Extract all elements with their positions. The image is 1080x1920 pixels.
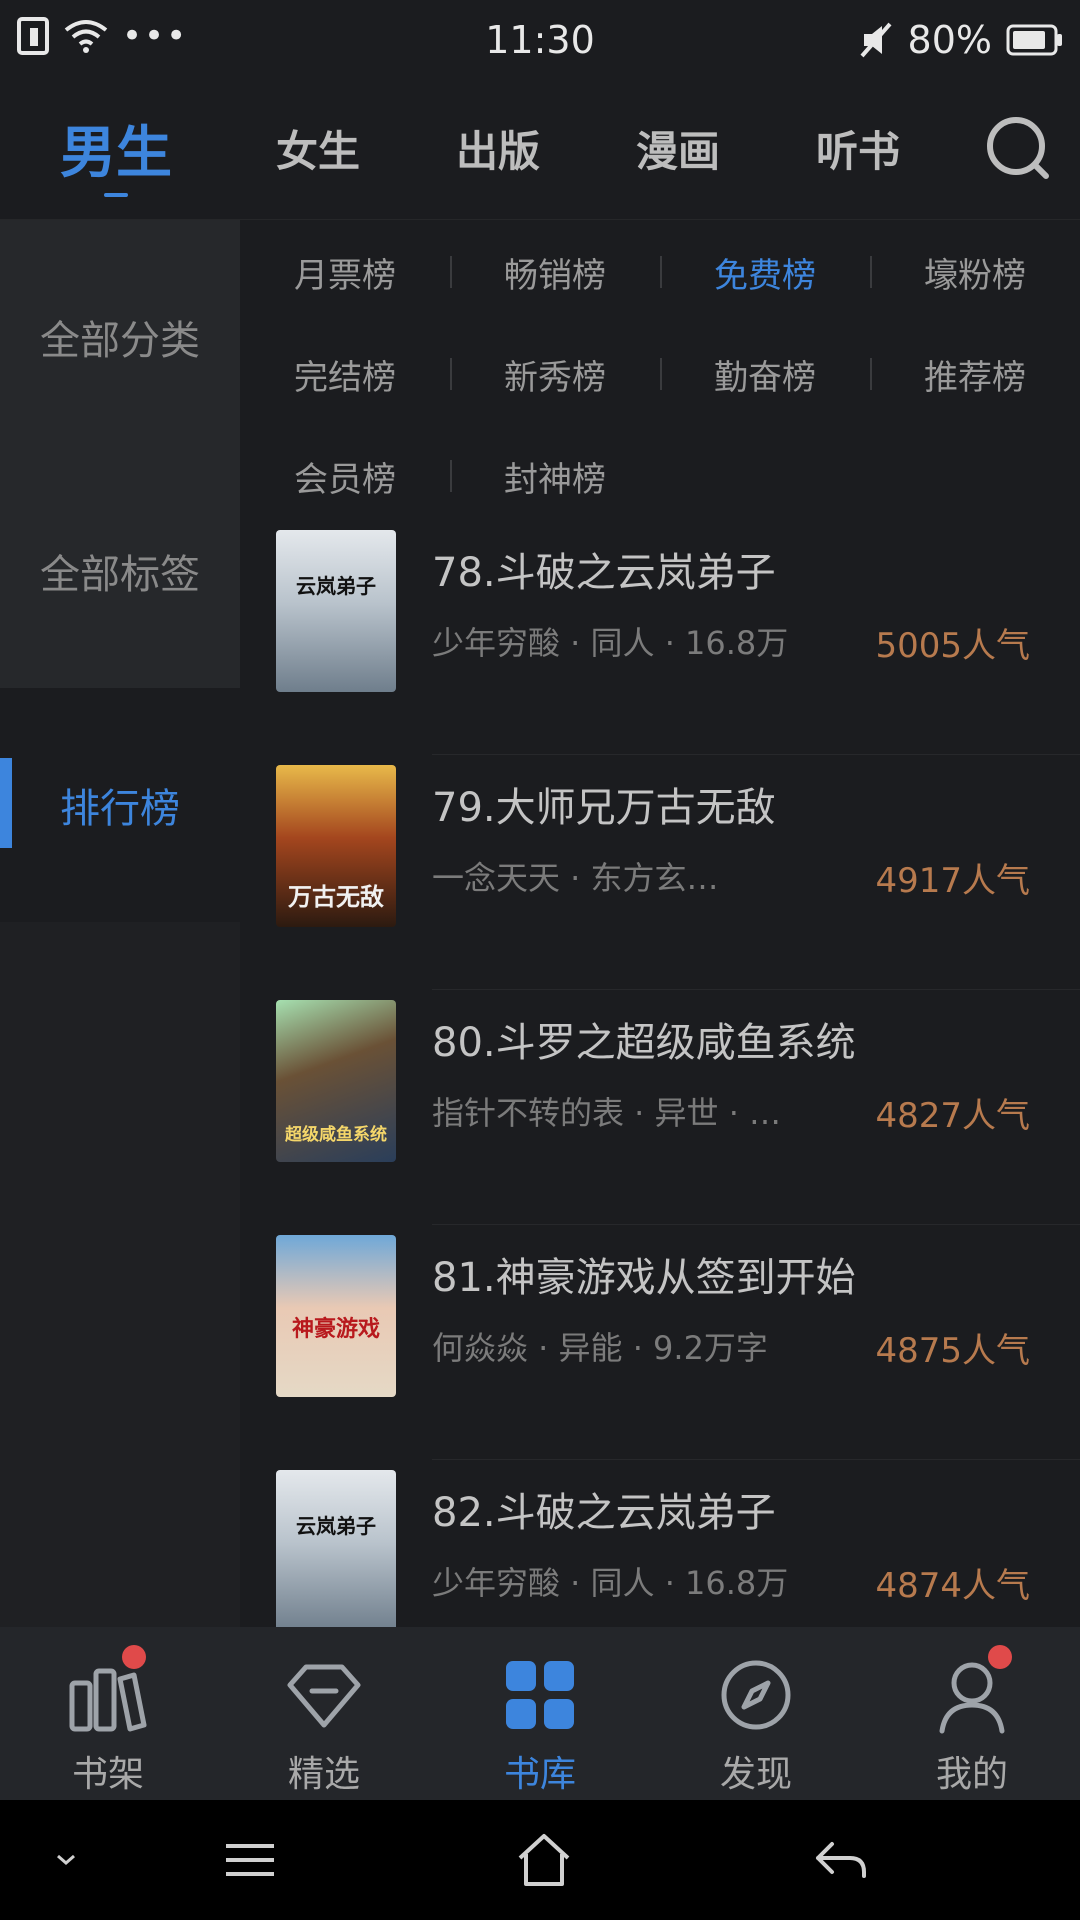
book-popularity: 5005人气: [875, 626, 1030, 666]
back-icon[interactable]: [810, 1830, 870, 1890]
cover-title: 神豪游戏: [291, 1316, 380, 1342]
compass-icon: [721, 1660, 791, 1730]
rank-tab-diligent[interactable]: 勤奋榜: [660, 350, 870, 399]
sidebar-empty-area: [0, 922, 240, 1627]
rank-tab-recommended[interactable]: 推荐榜: [870, 350, 1080, 399]
book-cover: 神豪游戏: [276, 1235, 396, 1397]
book-cover: 万古无敌: [276, 765, 396, 927]
rank-tab-free[interactable]: 免费榜: [660, 248, 870, 297]
chevron-down-icon[interactable]: [36, 1830, 96, 1890]
tab-male[interactable]: 男生: [60, 108, 172, 197]
tab-male-label: 男生: [60, 121, 172, 186]
status-right: 80%: [858, 18, 1064, 62]
rank-tab-legendary[interactable]: 封神榜: [450, 452, 660, 501]
book-cover: 云岚弟子: [276, 530, 396, 692]
book-cover: 超级咸鱼系统: [276, 1000, 396, 1162]
nav-label: 精选: [287, 1754, 360, 1795]
home-icon[interactable]: [514, 1830, 574, 1890]
book-list-item[interactable]: 万古无敌 79.大师兄万古无敌 一念天天 · 东方玄… 4917人气: [240, 755, 1080, 990]
nav-label: 书架: [71, 1754, 144, 1795]
cover-title: 超级咸鱼系统: [285, 1125, 387, 1145]
cover-title: 万古无敌: [288, 882, 384, 911]
book-title: 81.神豪游戏从签到开始: [432, 1255, 856, 1301]
rank-tab-completed[interactable]: 完结榜: [240, 350, 450, 399]
book-popularity: 4874人气: [875, 1566, 1030, 1606]
ranking-content: 月票榜 畅销榜 免费榜 壕粉榜 完结榜 新秀榜 勤奋榜 推荐榜 会员榜 封神榜 …: [240, 220, 1080, 1627]
sidebar-item-rankings[interactable]: 排行榜: [0, 688, 240, 922]
sidebar-item-label: 排行榜: [60, 786, 180, 832]
tab-female[interactable]: 女生: [276, 118, 360, 179]
active-indicator: [0, 758, 12, 848]
nav-label: 书库: [503, 1754, 576, 1795]
nav-discover[interactable]: 发现: [648, 1627, 864, 1800]
ranking-type-tabs: 月票榜 畅销榜 免费榜 壕粉榜 完结榜 新秀榜 勤奋榜 推荐榜 会员榜 封神榜: [240, 220, 1080, 530]
diamond-icon: [287, 1664, 361, 1728]
status-bar: ••• 11:30 80%: [0, 0, 1080, 78]
category-sidebar: 全部分类 全部标签 排行榜: [0, 220, 240, 1627]
nav-bookshelf[interactable]: 书架: [0, 1627, 216, 1800]
book-title: 78.斗破之云岚弟子: [432, 550, 776, 596]
bottom-navigation: 书架 精选 书库 发现 我的: [0, 1627, 1080, 1800]
battery-icon: [1006, 24, 1062, 56]
book-meta: 一念天天 · 东方玄…: [432, 859, 719, 897]
active-tab-indicator: [104, 193, 128, 197]
system-navigation-bar: [0, 1800, 1080, 1920]
book-meta: 少年穷酸 · 同人 · 16.8万: [432, 624, 789, 662]
book-list-item[interactable]: 云岚弟子 82.斗破之云岚弟子 少年穷酸 · 同人 · 16.8万 4874人气: [240, 1460, 1080, 1627]
book-title: 82.斗破之云岚弟子: [432, 1490, 776, 1536]
nav-label: 我的: [935, 1754, 1008, 1795]
mute-icon: [860, 22, 892, 58]
search-icon[interactable]: [984, 114, 1052, 182]
sidebar-item-all-tags[interactable]: 全部标签: [0, 454, 240, 688]
book-meta: 何焱焱 · 异能 · 9.2万字: [432, 1329, 768, 1367]
rank-tab-members[interactable]: 会员榜: [240, 452, 450, 501]
rank-tab-new[interactable]: 新秀榜: [450, 350, 660, 399]
nav-featured[interactable]: 精选: [216, 1627, 432, 1800]
book-meta: 指针不转的表 · 异世 · …: [432, 1094, 782, 1132]
sidebar-item-all-categories[interactable]: 全部分类: [0, 220, 240, 454]
book-title: 79.大师兄万古无敌: [432, 785, 776, 831]
battery-percent: 80%: [907, 18, 992, 62]
grid-icon: [506, 1661, 574, 1729]
book-list-item[interactable]: 超级咸鱼系统 80.斗罗之超级咸鱼系统 指针不转的表 · 异世 · … 4827…: [240, 990, 1080, 1225]
book-cover: 云岚弟子: [276, 1470, 396, 1627]
notification-badge: [122, 1645, 146, 1669]
nav-library[interactable]: 书库: [432, 1627, 648, 1800]
nav-label: 发现: [719, 1754, 792, 1795]
book-popularity: 4917人气: [875, 861, 1030, 901]
tab-publish[interactable]: 出版: [456, 118, 540, 179]
tab-comics[interactable]: 漫画: [636, 118, 720, 179]
rank-tab-monthly-votes[interactable]: 月票榜: [240, 248, 450, 297]
book-meta: 少年穷酸 · 同人 · 16.8万: [432, 1564, 789, 1602]
notification-badge: [988, 1645, 1012, 1669]
cover-title: 云岚弟子: [296, 574, 376, 598]
top-category-tabs: 男生 女生 出版 漫画 听书: [0, 78, 1080, 220]
nav-profile[interactable]: 我的: [864, 1627, 1080, 1800]
book-popularity: 4827人气: [875, 1096, 1030, 1136]
rank-tab-bestselling[interactable]: 畅销榜: [450, 248, 660, 297]
book-list-item[interactable]: 神豪游戏 81.神豪游戏从签到开始 何焱焱 · 异能 · 9.2万字 4875人…: [240, 1225, 1080, 1460]
book-title: 80.斗罗之超级咸鱼系统: [432, 1020, 856, 1066]
cover-title: 云岚弟子: [296, 1514, 376, 1538]
rank-tab-top-fans[interactable]: 壕粉榜: [870, 248, 1080, 297]
book-popularity: 4875人气: [875, 1331, 1030, 1371]
book-list-item[interactable]: 云岚弟子 78.斗破之云岚弟子 少年穷酸 · 同人 · 16.8万 5005人气: [240, 520, 1080, 755]
menu-icon[interactable]: [220, 1830, 280, 1890]
tab-audiobooks[interactable]: 听书: [816, 118, 900, 179]
